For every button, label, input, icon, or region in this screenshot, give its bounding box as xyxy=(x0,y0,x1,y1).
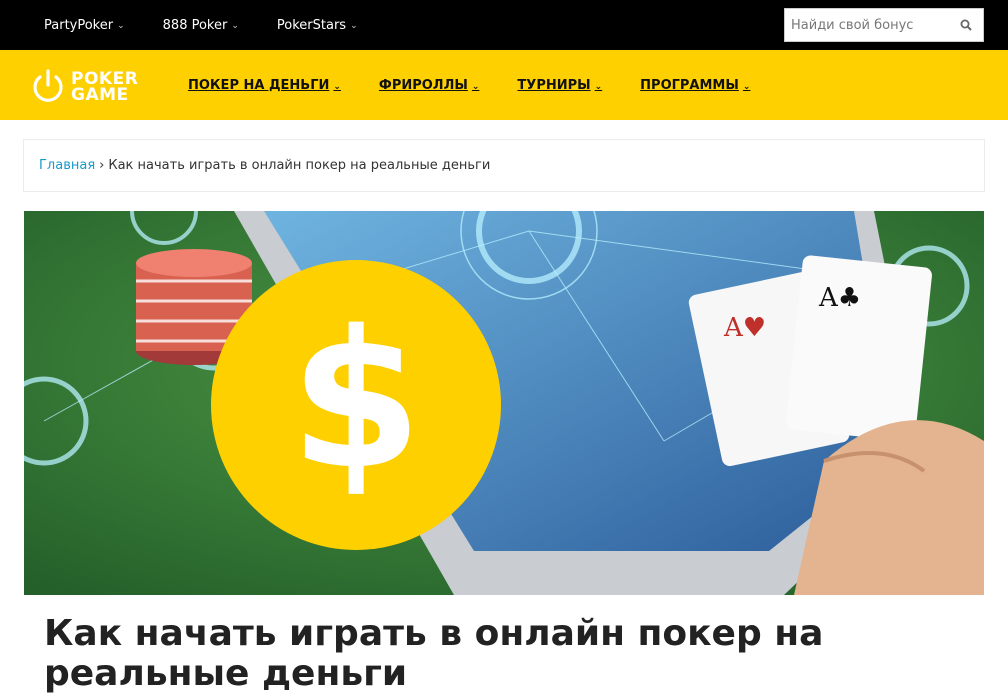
topnav-item-label: PokerStars xyxy=(276,17,347,33)
dollar-coin-graphic: $ xyxy=(211,260,501,550)
topnav-item-partypoker[interactable]: PartyPoker ⌄ xyxy=(44,18,125,33)
chevron-down-icon: ⌄ xyxy=(350,21,358,31)
breadcrumb: Главная › Как начать играть в онлайн пок… xyxy=(23,139,985,192)
svg-text:A♥: A♥ xyxy=(723,313,766,343)
chevron-down-icon: ⌄ xyxy=(471,81,480,92)
nav-item-label: ТУРНИРЫ xyxy=(517,77,591,93)
chevron-down-icon: ⌄ xyxy=(231,21,239,31)
top-nav: PartyPoker ⌄ 888 Poker ⌄ PokerStars ⌄ xyxy=(44,0,396,50)
nav-item-programs[interactable]: ПРОГРАММЫ ⌄ xyxy=(640,78,750,93)
nav-item-poker-for-money[interactable]: ПОКЕР НА ДЕНЬГИ ⌄ xyxy=(188,78,341,93)
nav-item-label: ПОКЕР НА ДЕНЬГИ xyxy=(188,77,330,93)
chevron-down-icon: ⌄ xyxy=(594,81,603,92)
breadcrumb-home-link[interactable]: Главная xyxy=(39,158,95,173)
chevron-down-icon: ⌄ xyxy=(742,81,751,92)
site-logo[interactable]: POKER GAME xyxy=(30,67,150,107)
site-header: POKER GAME ПОКЕР НА ДЕНЬГИ ⌄ ФРИРОЛЛЫ ⌄ … xyxy=(0,50,1008,120)
top-bar: PartyPoker ⌄ 888 Poker ⌄ PokerStars ⌄ xyxy=(0,0,1008,50)
chevron-down-icon: ⌄ xyxy=(333,81,341,92)
hero-image: A♥ A♣ $ xyxy=(24,211,984,595)
nav-item-label: ФРИРОЛЛЫ xyxy=(378,77,468,93)
logo-text: POKER GAME xyxy=(71,71,138,105)
search-icon[interactable] xyxy=(951,10,981,40)
dollar-sign: $ xyxy=(290,290,422,511)
svg-text:A♣: A♣ xyxy=(818,283,861,313)
nav-item-freerolls[interactable]: ФРИРОЛЛЫ ⌄ xyxy=(379,78,480,93)
nav-item-tournaments[interactable]: ТУРНИРЫ ⌄ xyxy=(517,78,602,93)
main-nav: ПОКЕР НА ДЕНЬГИ ⌄ ФРИРОЛЛЫ ⌄ ТУРНИРЫ ⌄ П… xyxy=(188,50,788,120)
topnav-item-888poker[interactable]: 888 Poker ⌄ xyxy=(163,18,239,33)
search-box xyxy=(784,8,984,42)
power-icon xyxy=(33,69,63,102)
topnav-item-label: 888 Poker xyxy=(162,17,228,33)
breadcrumb-separator: › xyxy=(99,158,105,173)
topnav-item-pokerstars[interactable]: PokerStars ⌄ xyxy=(277,18,358,33)
chevron-down-icon: ⌄ xyxy=(117,21,125,31)
page-title: Как начать играть в онлайн покер на реал… xyxy=(44,613,824,694)
breadcrumb-current: Как начать играть в онлайн покер на реал… xyxy=(108,158,491,173)
nav-item-label: ПРОГРАММЫ xyxy=(640,77,739,93)
search-input[interactable] xyxy=(785,10,951,40)
topnav-item-label: PartyPoker xyxy=(44,17,114,33)
logo-line2: GAME xyxy=(71,85,129,105)
